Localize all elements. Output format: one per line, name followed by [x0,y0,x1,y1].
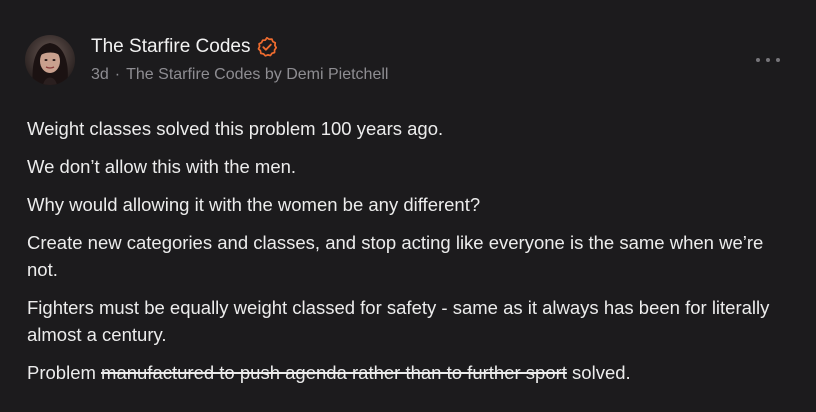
avatar[interactable] [25,35,75,85]
post-paragraph: Create new categories and classes, and s… [27,232,764,280]
strikethrough-text: manufactured to push agenda rather than … [101,362,567,383]
author-name-row: The Starfire Codes [91,35,278,59]
post-paragraph: We don’t allow this with the men. [27,156,297,177]
post-card: The Starfire Codes 3d · The Starfire Codes… [0,0,816,412]
post-meta: 3d · The Starfire Codes by Demi Pietchell [91,64,388,86]
text-segment: solved. [566,362,631,383]
verified-badge-icon [256,36,278,58]
ellipsis-icon[interactable] [756,52,780,68]
post-paragraph-final: Problem manufactured to push agenda rath… [27,359,797,386]
post-paragraph: Why would allowing it with the women be … [27,194,481,215]
post-timestamp[interactable]: 3d [91,66,109,83]
post-paragraph: Fighters must be equally weight classed … [27,297,770,345]
post-paragraph: Weight classes solved this problem 100 y… [27,118,444,139]
text-segment: Problem [27,362,102,383]
meta-separator: · [114,66,121,83]
avatar-photo [25,35,75,85]
publication-link[interactable]: The Starfire Codes by Demi Pietchell [126,66,388,83]
post-body: Weight classes solved this problem 100 y… [27,115,797,397]
author-name[interactable]: The Starfire Codes [91,35,250,59]
